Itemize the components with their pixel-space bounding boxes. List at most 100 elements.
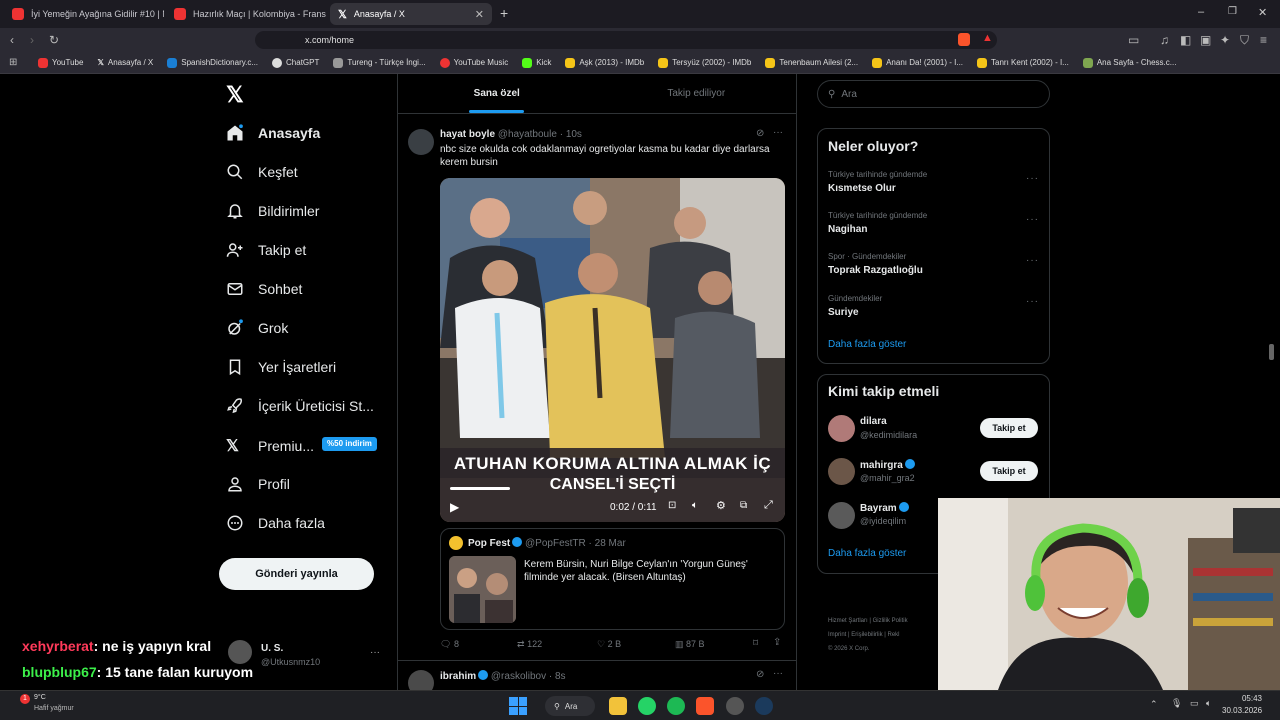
music-icon[interactable]: ♫ (1160, 33, 1169, 47)
page-scrollbar[interactable] (1269, 344, 1274, 360)
grok-icon[interactable]: ⊘ (756, 128, 764, 139)
sidebar-toggle-icon[interactable]: ▭ (1128, 33, 1139, 47)
browser-tab-1[interactable]: İyi Yemeğin Ayağına Gidilir #10 | New (4, 3, 164, 25)
bookmark-item[interactable]: Ananı Da! (2001) - I... (872, 57, 963, 68)
forward-icon[interactable]: › (30, 33, 34, 47)
video-progress-bar[interactable] (450, 487, 510, 490)
trend-more-icon[interactable]: ··· (1026, 296, 1039, 307)
quoted-tweet[interactable]: Pop Fest @PopFestTR · 28 Mar Kerem Bürsi… (440, 528, 785, 630)
bookmark-item[interactable]: YouTube Music (439, 57, 508, 68)
nav-premium[interactable]: 𝕏 Premiu... (226, 436, 314, 456)
browser-tab-2[interactable]: Hazırlık Maçı | Kolombiya - Fransa (Ö (166, 3, 326, 25)
tweet-more-icon[interactable]: ··· (773, 127, 783, 138)
suggested-user-avatar[interactable] (828, 458, 855, 485)
follow-button[interactable]: Takip et (980, 418, 1038, 438)
reload-icon[interactable]: ↻ (49, 33, 59, 47)
tray-chevron-icon[interactable]: ⌃ (1150, 699, 1158, 710)
bookmark-item[interactable]: Tersyüz (2002) - IMDb (658, 57, 751, 68)
bookmark-item[interactable]: Kick (522, 57, 551, 68)
nav-more[interactable]: Daha fazla (226, 514, 325, 532)
weather-temp[interactable]: 9°C (34, 694, 46, 701)
suggested-user-avatar[interactable] (828, 502, 855, 529)
nav-bookmarks[interactable]: Yer İşaretleri (226, 358, 336, 376)
trend-item[interactable]: Spor · Gündemdekiler Toprak Razgatlıoğlu (828, 252, 923, 276)
taskbar-search[interactable]: ⚲ Ara (545, 696, 595, 716)
back-icon[interactable]: ‹ (10, 33, 14, 47)
volume-icon[interactable]: 🔈︎ (1206, 698, 1211, 709)
x-logo-icon[interactable]: 𝕏 (226, 82, 244, 108)
new-tab-icon[interactable]: + (500, 5, 508, 21)
menu-icon[interactable]: ≡ (1260, 33, 1267, 47)
reply-action[interactable]: 🗨︎ 8 (440, 639, 459, 650)
bookmark-item[interactable]: YouTube (38, 57, 83, 68)
tweet-author-handle[interactable]: @raskolibov (491, 671, 546, 682)
network-icon[interactable]: ▭ (1190, 698, 1199, 709)
footer-link[interactable]: Rekl (888, 632, 900, 638)
panel-icon[interactable]: ◧ (1180, 33, 1191, 47)
clock-date[interactable]: 30.03.2026 (1222, 706, 1262, 715)
bookmark-icon[interactable]: ⌑ (753, 638, 758, 649)
footer-link[interactable]: Gizlilik Politik (873, 618, 908, 624)
bookmark-item[interactable]: Ana Sayfa - Chess.c... (1082, 57, 1176, 68)
pip-icon[interactable]: ⧉ (740, 500, 747, 511)
play-icon[interactable]: ▶ (450, 500, 459, 514)
fullscreen-icon[interactable]: ⤢ (764, 499, 773, 512)
nav-grok[interactable]: Grok (226, 319, 288, 337)
clock-time[interactable]: 05:43 (1222, 694, 1262, 703)
url-field[interactable]: x.com/home (255, 31, 997, 49)
tweet-time[interactable]: 10s (566, 129, 582, 140)
trend-item[interactable]: Türkiye tarihinde gündemde Kısmetse Olur (828, 170, 927, 194)
account-more-icon[interactable]: ··· (370, 647, 380, 658)
bookmark-item[interactable]: ChatGPT (272, 57, 319, 68)
settings-gear-icon[interactable]: ⚙ (716, 499, 726, 512)
restore-icon[interactable]: ❐ (1228, 6, 1237, 17)
nav-notifications[interactable]: Bildirimler (226, 202, 319, 220)
file-explorer-icon[interactable] (609, 697, 627, 715)
nav-profile[interactable]: Profil (226, 475, 290, 493)
wallet-icon[interactable]: ▣ (1200, 33, 1211, 47)
steam-icon[interactable] (755, 697, 773, 715)
footer-link[interactable]: Imprint (828, 632, 846, 638)
weather-description[interactable]: Hafif yağmur (34, 705, 74, 712)
obs-icon[interactable] (726, 697, 744, 715)
bookmark-item[interactable]: SpanishDictionary.c... (167, 57, 258, 68)
tweet-more-icon[interactable]: ··· (773, 668, 783, 679)
nav-messages[interactable]: Sohbet (226, 280, 302, 298)
nav-creator-studio[interactable]: İçerik Üreticisi St... (226, 397, 374, 415)
microphone-icon[interactable]: 🎙︎ (1171, 698, 1182, 709)
tweet-video[interactable]: ATUHAN KORUMA ALTINA ALMAK İÇ CANSEL'İ S… (440, 178, 785, 522)
account-avatar[interactable] (228, 640, 252, 664)
bookmark-item[interactable]: Tanrı Kent (2002) - I... (977, 57, 1069, 68)
tweet-author-avatar[interactable] (408, 670, 434, 690)
nav-home[interactable]: Anasayfa (226, 124, 320, 142)
show-more-follow-link[interactable]: Daha fazla göster (828, 548, 906, 559)
brave-browser-icon[interactable] (696, 697, 714, 715)
spotify-icon[interactable] (667, 697, 685, 715)
tweet-author-handle[interactable]: @hayatboule (498, 129, 557, 140)
trend-more-icon[interactable]: ··· (1026, 255, 1039, 266)
trend-more-icon[interactable]: ··· (1026, 173, 1039, 184)
url-text[interactable]: x.com/home (305, 35, 354, 45)
browser-tab-3-active[interactable]: 𝕏 Anasayfa / X ✕ (330, 3, 492, 25)
tweet-author-name[interactable]: ibrahim (440, 671, 476, 682)
suggested-user-name[interactable]: mahirgra (860, 460, 903, 471)
bookmark-item[interactable]: Tenenbaum Ailesi (2... (765, 57, 858, 68)
suggested-user-name[interactable]: Bayram (860, 503, 897, 514)
tweet-author-name[interactable]: hayat boyle (440, 129, 495, 140)
close-tab-icon[interactable]: ✕ (475, 8, 484, 21)
tab-following[interactable]: Takip ediliyor (597, 74, 797, 113)
whatsapp-icon[interactable] (638, 697, 656, 715)
rewards-icon[interactable]: ▲ (982, 32, 993, 44)
footer-link[interactable]: Erişilebilirlik (851, 632, 882, 638)
views-action[interactable]: ▥ 87 B (675, 639, 705, 650)
suggested-user-name[interactable]: dilara (860, 416, 887, 427)
trend-more-icon[interactable]: ··· (1026, 214, 1039, 225)
nav-follow[interactable]: Takip et (226, 241, 306, 259)
trend-item[interactable]: Türkiye tarihinde gündemde Nagihan (828, 211, 927, 235)
share-icon[interactable]: ⇪ (773, 637, 781, 648)
like-action[interactable]: ♡ 2 B (597, 639, 621, 650)
follow-button[interactable]: Takip et (980, 461, 1038, 481)
show-more-trends-link[interactable]: Daha fazla göster (828, 339, 906, 350)
close-window-icon[interactable]: ✕ (1258, 6, 1267, 19)
trend-item[interactable]: Gündemdekiler Suriye (828, 294, 882, 318)
